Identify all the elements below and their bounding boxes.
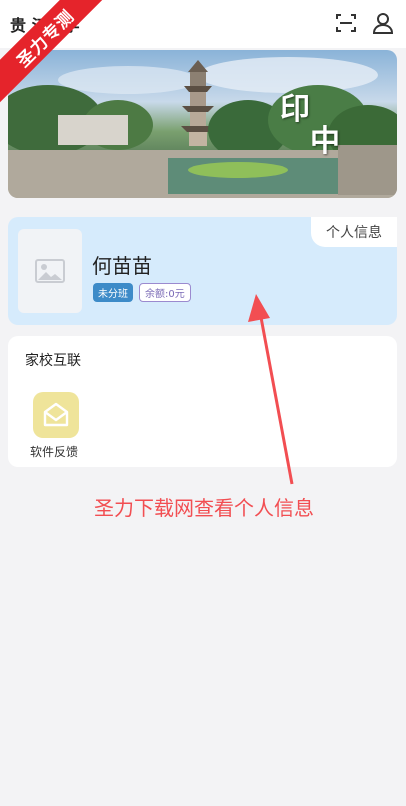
annotation-arrow-icon	[248, 294, 294, 485]
annotation-caption: 圣力下载网查看个人信息	[94, 496, 314, 520]
